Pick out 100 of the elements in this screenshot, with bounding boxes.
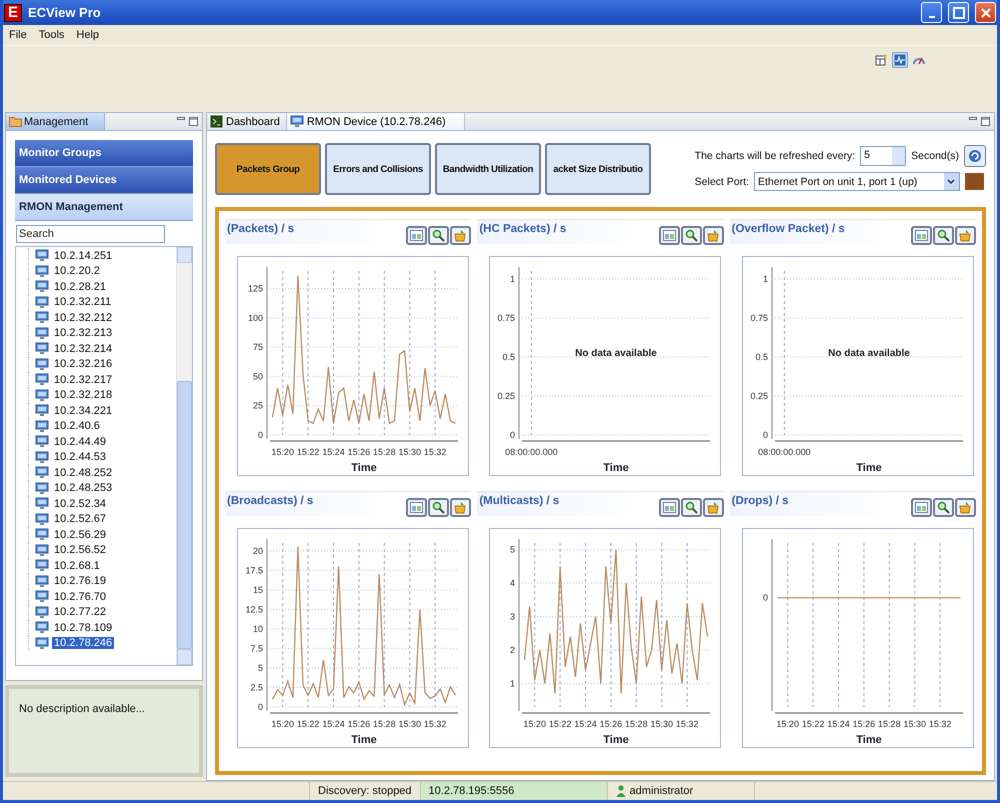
zoom-button[interactable] (680, 498, 702, 517)
tree-item[interactable]: 10.2.78.109 (52, 622, 114, 634)
window-title: ECView Pro (28, 5, 102, 20)
minimize-icon[interactable] (177, 117, 185, 120)
perspective-button[interactable] (892, 52, 908, 68)
maximize-icon[interactable] (189, 117, 198, 126)
zoom-button[interactable] (428, 498, 450, 517)
chart-title: (Multicasts) / s (478, 494, 560, 509)
tree-item[interactable]: 10.2.28.21 (52, 280, 108, 293)
menu-item[interactable]: Help (76, 29, 100, 41)
minimize-button[interactable] (921, 2, 942, 23)
tree-item[interactable]: 10.2.32.214 (52, 342, 114, 355)
tick-label: 3 (510, 612, 516, 622)
axis-title: Time (351, 734, 377, 746)
tree-item[interactable]: 10.2.14.251 (52, 250, 114, 262)
tree-item[interactable]: 10.2.77.22 (52, 606, 108, 618)
tree-item[interactable]: 10.2.32.213 (52, 327, 114, 340)
tick-label: 15:24 (574, 719, 598, 729)
close-button[interactable] (975, 2, 996, 23)
table-view-button[interactable] (406, 226, 428, 245)
magnifier-icon (936, 501, 950, 514)
magnifier-icon (432, 501, 446, 514)
tree-item[interactable]: 10.2.78.246 (52, 637, 114, 650)
menu-item[interactable]: File (9, 29, 27, 41)
group-tab[interactable]: acket Size Distributio (545, 143, 651, 195)
tree-item[interactable]: 10.2.52.34 (52, 498, 108, 510)
computer-icon (35, 574, 49, 588)
maximize-icon (952, 6, 964, 18)
group-tab[interactable]: Errors and Collisions (325, 143, 431, 195)
tick-label: 7.5 (250, 643, 263, 654)
tick-label: 125 (248, 284, 263, 294)
menu-item[interactable]: Tools (38, 29, 64, 41)
zoom-button[interactable] (428, 226, 450, 245)
tick-label: 10 (252, 624, 263, 634)
tree-item[interactable]: 10.2.76.70 (52, 590, 108, 603)
export-button[interactable] (702, 226, 724, 245)
search-field[interactable]: Search (16, 225, 165, 243)
maximize-button[interactable] (948, 2, 969, 23)
minimize-icon[interactable] (969, 117, 977, 120)
computer-icon (35, 342, 49, 356)
tree-item[interactable]: 10.2.48.252 (52, 466, 114, 479)
tick-label: 75 (252, 342, 263, 352)
tick-label: 15:20 (271, 719, 294, 729)
tree-item[interactable]: 10.2.76.19 (52, 575, 108, 588)
editor-tab[interactable]: Dashboard (207, 113, 287, 130)
export-button[interactable] (954, 498, 976, 517)
tick-label: 12.5 (245, 604, 263, 614)
export-button[interactable] (702, 498, 724, 517)
editor-tab[interactable]: RMON Device (10.2.78.246) (286, 113, 465, 130)
table-view-button[interactable] (910, 226, 932, 245)
accordion-header[interactable]: RMON Management (15, 194, 193, 221)
tree-item[interactable]: 10.2.20.2 (52, 265, 102, 278)
tree-item[interactable]: 10.2.56.29 (52, 528, 108, 541)
tree-item[interactable]: 10.2.32.217 (52, 374, 114, 386)
view-tab[interactable]: Management (6, 113, 106, 130)
tree-item[interactable]: 10.2.34.221 (52, 404, 114, 417)
accordion-header[interactable]: Monitored Devices (15, 167, 193, 194)
port-dropdown[interactable]: Ethernet Port on unit 1, port 1 (up) (754, 172, 960, 191)
scrollbar[interactable] (176, 247, 192, 665)
magnifier-icon (684, 501, 698, 514)
tree-item[interactable]: 10.2.32.211 (52, 296, 114, 308)
tree-item[interactable]: 10.2.48.253 (52, 482, 114, 494)
tree-item[interactable]: 10.2.52.67 (52, 513, 108, 526)
computer-icon (35, 606, 49, 619)
computer-icon (35, 420, 49, 433)
export-button[interactable] (450, 226, 472, 245)
table-view-button[interactable] (658, 226, 680, 245)
computer-icon (35, 636, 49, 650)
zoom-button[interactable] (680, 226, 702, 245)
perspective-button[interactable] (873, 52, 889, 68)
tree-item[interactable]: 10.2.44.53 (52, 451, 108, 464)
group-tab[interactable]: Bandwidth Utilization (435, 143, 541, 195)
computer-icon (35, 590, 49, 604)
zoom-button[interactable] (932, 226, 954, 245)
refresh-button[interactable] (964, 145, 986, 167)
tree-item[interactable]: 10.2.32.218 (52, 389, 114, 402)
export-button[interactable] (954, 226, 976, 245)
table-view-button[interactable] (406, 498, 428, 517)
accordion-header[interactable]: Monitor Groups (15, 140, 193, 167)
tree-item[interactable]: 10.2.32.212 (52, 312, 114, 324)
color-swatch[interactable] (964, 173, 984, 190)
tick-label: 15:32 (928, 719, 952, 729)
tick-label: 5 (510, 544, 516, 555)
group-tab[interactable]: Packets Group (215, 143, 321, 195)
interval-spinner[interactable]: 5 (860, 146, 906, 166)
tick-label: 15:26 (348, 447, 370, 457)
maximize-icon[interactable] (981, 117, 990, 126)
table-view-button[interactable] (910, 498, 932, 517)
tree-item[interactable]: 10.2.44.49 (52, 436, 108, 448)
tree-item[interactable]: 10.2.68.1 (52, 560, 102, 572)
tree-item[interactable]: 10.2.40.6 (52, 420, 102, 432)
tick-label: 15:32 (676, 719, 699, 729)
zoom-button[interactable] (932, 498, 954, 517)
tree-item[interactable]: 10.2.32.216 (52, 358, 114, 370)
tree-item[interactable]: 10.2.56.52 (52, 544, 108, 556)
app-logo: E (4, 4, 22, 22)
table-view-button[interactable] (658, 498, 680, 517)
export-button[interactable] (450, 498, 472, 517)
computer-icon (35, 497, 49, 510)
tick-label: 1 (510, 678, 516, 689)
